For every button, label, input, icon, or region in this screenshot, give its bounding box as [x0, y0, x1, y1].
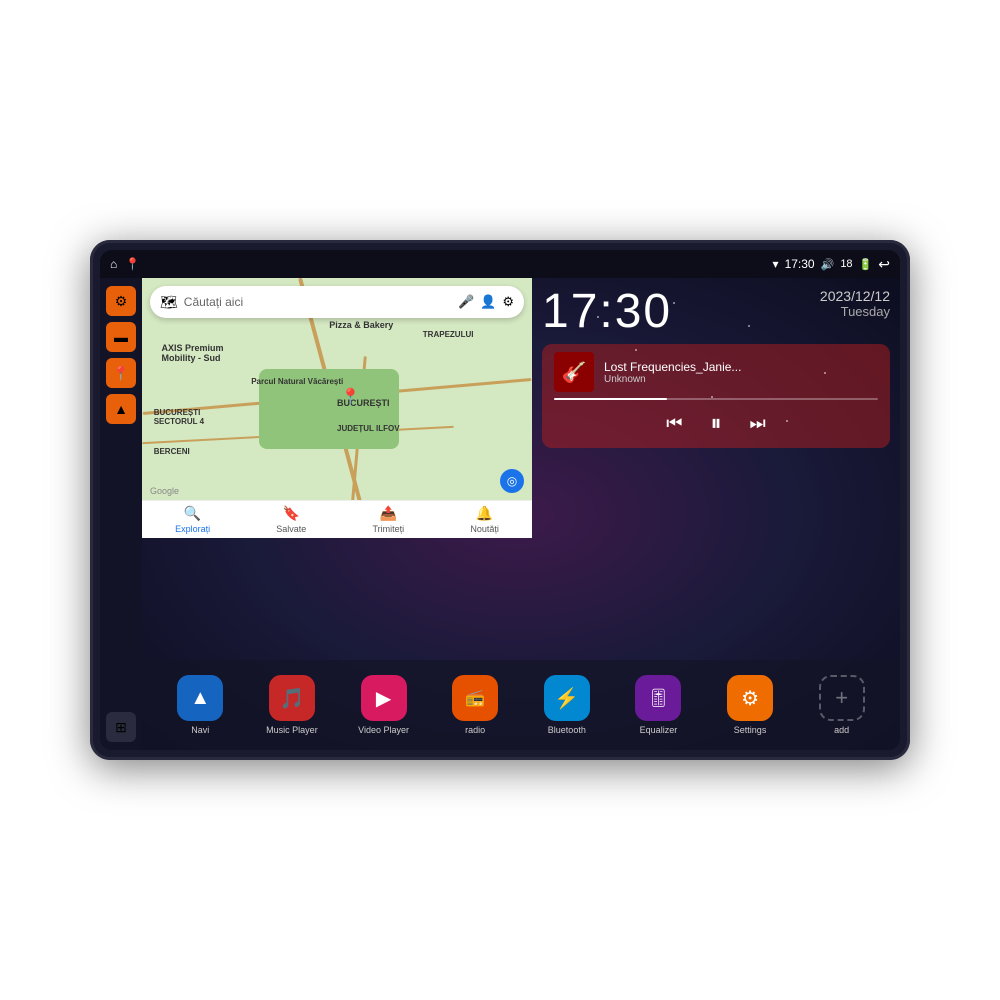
explore-icon: 🔍: [184, 505, 201, 522]
date-value: 2023/12/12: [820, 288, 890, 304]
weekday-value: Tuesday: [820, 304, 890, 319]
right-panel: 17:30 2023/12/12 Tuesday 🎸: [532, 278, 900, 660]
news-label: Noutăți: [470, 524, 499, 534]
sidebar-item-map[interactable]: 📍: [106, 358, 136, 388]
app-music-player[interactable]: 🎵 Music Player: [249, 675, 336, 735]
music-player-label: Music Player: [266, 725, 318, 735]
battery-icon: 🔋: [859, 258, 873, 271]
music-controls: ⏮ ⏸ ⏭: [554, 406, 878, 440]
music-title: Lost Frequencies_Janie...: [604, 360, 878, 374]
map-bottom-bar: 🔍 Explorați 🔖 Salvate 📤 Trimiteți: [142, 500, 532, 538]
saved-label: Salvate: [276, 524, 306, 534]
app-settings[interactable]: ⚙ Settings: [707, 675, 794, 735]
app-navi[interactable]: ▲ Navi: [157, 675, 244, 735]
app-radio[interactable]: 📻 radio: [432, 675, 519, 735]
bluetooth-icon: ⚡: [544, 675, 590, 721]
map-search-placeholder: Căutați aici: [184, 295, 452, 309]
map-label-axis: AXIS PremiumMobility - Sud: [162, 343, 224, 363]
radio-icon: 📻: [452, 675, 498, 721]
app-video-player[interactable]: ▶ Video Player: [340, 675, 427, 735]
equalizer-label: Equalizer: [640, 725, 678, 735]
map-tab-news[interactable]: 🔔 Noutăți: [470, 505, 499, 534]
map-background: 🗺 Căutați aici 🎤 👤 ⚙: [142, 278, 532, 538]
send-icon: 📤: [380, 505, 397, 522]
music-progress-fill: [554, 398, 667, 400]
status-time: 17:30: [785, 257, 815, 271]
app-add[interactable]: + add: [798, 675, 885, 735]
map-section: 🗺 Căutați aici 🎤 👤 ⚙: [142, 278, 900, 660]
battery-level: 18: [840, 258, 852, 270]
equalizer-icon: 🎚: [635, 675, 681, 721]
map-label-ilfov: JUDEȚUL ILFOV: [337, 424, 400, 433]
music-widget[interactable]: 🎸 Lost Frequencies_Janie... Unknown: [542, 344, 890, 448]
map-status-icon[interactable]: 📍: [125, 257, 140, 271]
music-info: Lost Frequencies_Janie... Unknown: [604, 360, 878, 385]
pause-button[interactable]: ⏸: [706, 406, 725, 440]
map-container[interactable]: 🗺 Căutați aici 🎤 👤 ⚙: [142, 278, 532, 538]
explore-label: Explorați: [175, 524, 210, 534]
video-player-label: Video Player: [358, 725, 409, 735]
settings-label: Settings: [734, 725, 767, 735]
app-equalizer[interactable]: 🎚 Equalizer: [615, 675, 702, 735]
saved-icon: 🔖: [283, 505, 300, 522]
music-track-row: 🎸 Lost Frequencies_Janie... Unknown: [554, 352, 878, 392]
apps-section: ▲ Navi 🎵 Music Player ▶ Video Player 📻 r…: [142, 660, 900, 750]
center-content: 🗺 Căutați aici 🎤 👤 ⚙: [142, 278, 900, 750]
map-label-trapezului: TRAPEZULUI: [423, 330, 474, 339]
map-label-parcul: Parcul Natural Văcărești: [251, 377, 343, 386]
add-icon: +: [819, 675, 865, 721]
radio-label: radio: [465, 725, 485, 735]
status-left: ⌂ 📍: [110, 257, 140, 271]
sidebar-item-settings[interactable]: ⚙: [106, 286, 136, 316]
map-tab-saved[interactable]: 🔖 Salvate: [276, 505, 306, 534]
map-settings-icon[interactable]: ⚙: [502, 294, 514, 310]
sidebar-item-navigation[interactable]: ▲: [106, 394, 136, 424]
music-artist: Unknown: [604, 374, 878, 385]
device-screen: ⌂ 📍 ▾ 17:30 🔊 18 🔋 ↩ ⚙ ▬ 📍 ▲ ⊞: [100, 250, 900, 750]
mic-icon[interactable]: 🎤: [458, 294, 474, 310]
navi-icon: ▲: [177, 675, 223, 721]
add-label: add: [834, 725, 849, 735]
sidebar: ⚙ ▬ 📍 ▲ ⊞: [100, 278, 142, 750]
google-logo: Google: [150, 486, 179, 496]
map-tab-explore[interactable]: 🔍 Explorați: [175, 505, 210, 534]
volume-icon: 🔊: [821, 258, 835, 271]
car-unit: ⌂ 📍 ▾ 17:30 🔊 18 🔋 ↩ ⚙ ▬ 📍 ▲ ⊞: [90, 240, 910, 760]
sidebar-item-files[interactable]: ▬: [106, 322, 136, 352]
date-display: 2023/12/12 Tuesday: [820, 288, 890, 319]
my-location-button[interactable]: ◎: [500, 469, 524, 493]
wifi-icon: ▾: [773, 257, 779, 271]
bluetooth-label: Bluetooth: [548, 725, 586, 735]
map-tab-send[interactable]: 📤 Trimiteți: [373, 505, 405, 534]
music-player-icon: 🎵: [269, 675, 315, 721]
home-icon[interactable]: ⌂: [110, 257, 117, 271]
album-art: 🎸: [554, 352, 594, 392]
navi-label: Navi: [191, 725, 209, 735]
map-label-pizza: Pizza & Bakery: [329, 320, 393, 330]
time-widget: 17:30 2023/12/12 Tuesday: [542, 288, 890, 336]
time-display: 17:30: [542, 288, 672, 336]
status-right: ▾ 17:30 🔊 18 🔋 ↩: [773, 256, 890, 273]
map-search-bar[interactable]: 🗺 Căutați aici 🎤 👤 ⚙: [150, 286, 524, 318]
video-player-icon: ▶: [361, 675, 407, 721]
status-bar: ⌂ 📍 ▾ 17:30 🔊 18 🔋 ↩: [100, 250, 900, 278]
main-area: ⚙ ▬ 📍 ▲ ⊞: [100, 278, 900, 750]
app-bluetooth[interactable]: ⚡ Bluetooth: [524, 675, 611, 735]
send-label: Trimiteți: [373, 524, 405, 534]
google-maps-icon: 🗺: [160, 294, 178, 311]
back-icon[interactable]: ↩: [878, 256, 890, 273]
account-icon[interactable]: 👤: [480, 294, 496, 310]
sidebar-item-grid[interactable]: ⊞: [106, 712, 136, 742]
prev-button[interactable]: ⏮: [662, 409, 686, 438]
map-label-sector4: BUCUREȘTISECTORUL 4: [154, 408, 204, 426]
music-progress-bar[interactable]: [554, 398, 878, 400]
news-icon: 🔔: [476, 505, 493, 522]
next-button[interactable]: ⏭: [746, 409, 770, 438]
map-label-berceni: BERCENI: [154, 447, 190, 456]
map-pin-parcul: 📍: [341, 387, 361, 407]
settings-icon: ⚙: [727, 675, 773, 721]
